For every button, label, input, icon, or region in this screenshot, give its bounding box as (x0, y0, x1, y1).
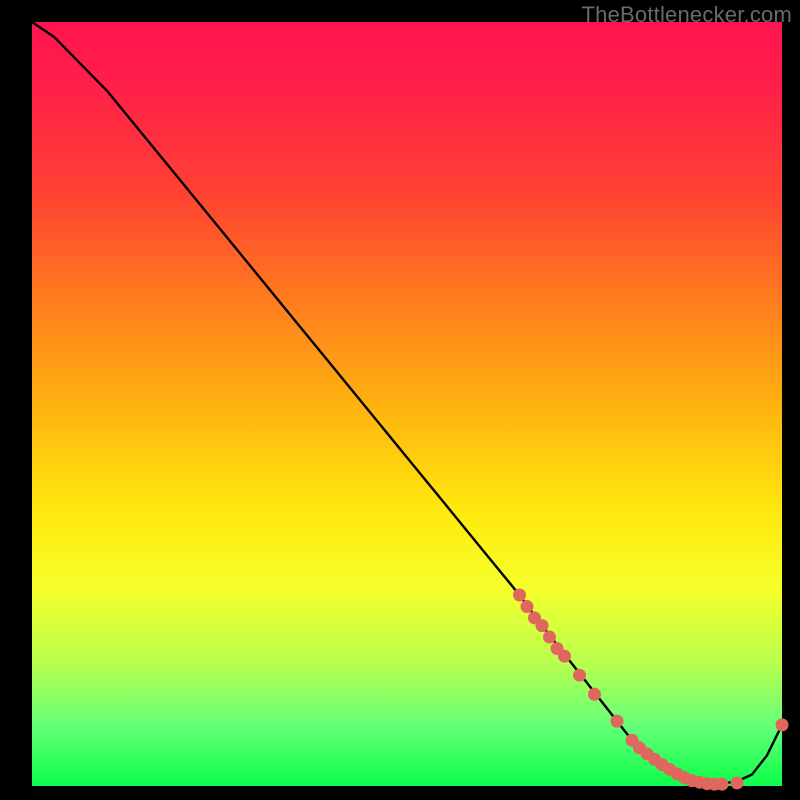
data-point (573, 669, 586, 682)
data-point (611, 715, 624, 728)
chart-overlay (32, 22, 782, 786)
highlight-dots (513, 589, 789, 791)
data-point (776, 718, 789, 731)
data-point (521, 600, 534, 613)
chart-frame: TheBottlenecker.com (0, 0, 800, 800)
data-point (731, 776, 744, 789)
plot-area (32, 22, 782, 786)
data-point (543, 631, 556, 644)
data-point (536, 619, 549, 632)
data-point (558, 650, 571, 663)
data-point (716, 778, 729, 791)
data-point (588, 688, 601, 701)
bottleneck-curve (32, 22, 782, 785)
watermark-label: TheBottlenecker.com (582, 2, 792, 28)
data-point (513, 589, 526, 602)
